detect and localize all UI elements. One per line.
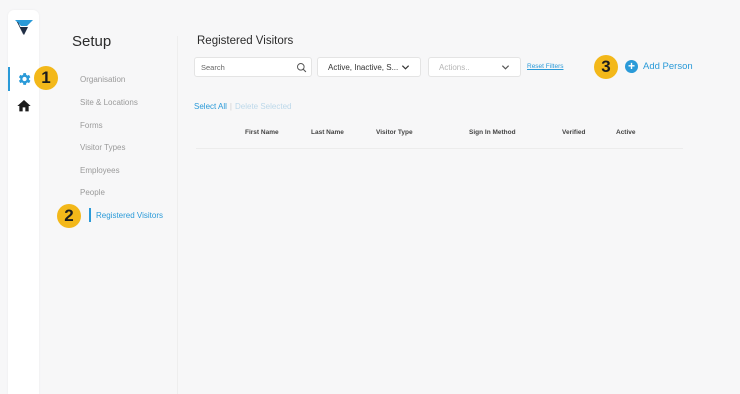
search-placeholder: Search (201, 63, 225, 72)
search-input[interactable]: Search (194, 57, 312, 77)
column-header-last-name[interactable]: Last Name (311, 129, 344, 136)
step-badge-1: 1 (34, 66, 58, 90)
status-filter-dropdown[interactable]: Active, Inactive, S... (317, 57, 421, 77)
actions-placeholder: Actions.. (439, 63, 470, 72)
status-filter-value: Active, Inactive, S... (328, 63, 399, 72)
gear-icon[interactable] (16, 71, 32, 87)
nav-item-visitor-types[interactable]: Visitor Types (80, 143, 126, 152)
select-all-link[interactable]: Select All (194, 102, 227, 111)
page-title: Registered Visitors (197, 35, 294, 47)
home-icon[interactable] (16, 98, 32, 114)
chevron-down-icon (401, 65, 410, 70)
column-header-first-name[interactable]: First Name (245, 129, 279, 136)
step-badge-2: 2 (57, 204, 81, 228)
nav-item-site-locations[interactable]: Site & Locations (80, 98, 138, 107)
nav-item-people[interactable]: People (80, 188, 105, 197)
column-header-sign-in-method[interactable]: Sign In Method (469, 129, 516, 136)
plus-icon: + (625, 60, 638, 73)
search-icon[interactable] (296, 62, 307, 73)
column-header-active[interactable]: Active (616, 129, 636, 136)
app-logo-icon[interactable] (14, 17, 34, 37)
sidebar-divider (177, 36, 178, 394)
rail-active-indicator (8, 67, 10, 91)
delete-selected-link[interactable]: Delete Selected (235, 102, 291, 111)
bulk-separator: | (229, 102, 232, 111)
step-badge-3: 3 (594, 55, 618, 79)
nav-item-organisation[interactable]: Organisation (80, 75, 125, 84)
nav-item-employees[interactable]: Employees (80, 166, 120, 175)
column-header-verified[interactable]: Verified (562, 129, 585, 136)
chevron-down-icon (501, 65, 510, 70)
bulk-actions: Select All | Delete Selected (194, 102, 291, 111)
nav-active-indicator (89, 208, 91, 222)
icon-rail (8, 10, 39, 394)
nav-item-registered-visitors[interactable]: Registered Visitors (96, 211, 163, 220)
table-header-divider (196, 148, 683, 149)
reset-filters-link[interactable]: Reset Filters (527, 63, 563, 70)
nav-item-forms[interactable]: Forms (80, 121, 103, 130)
actions-dropdown[interactable]: Actions.. (428, 57, 521, 77)
setup-title: Setup (72, 33, 112, 50)
column-header-visitor-type[interactable]: Visitor Type (376, 129, 413, 136)
add-person-label: Add Person (643, 61, 693, 72)
